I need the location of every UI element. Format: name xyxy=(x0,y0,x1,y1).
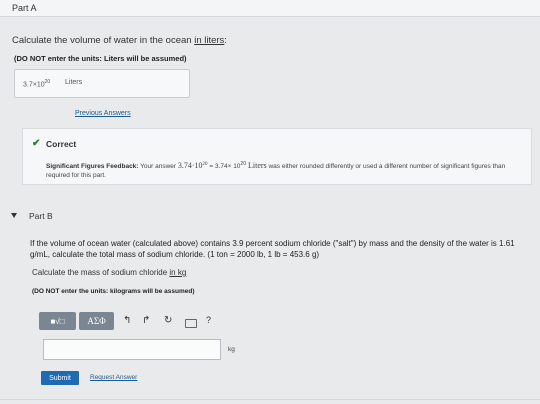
sig-fig-feedback: Significant Figures Feedback: Your answe… xyxy=(46,161,506,180)
undo-icon[interactable]: ↰ xyxy=(123,315,131,326)
request-answer-link[interactable]: Request Answer xyxy=(90,374,137,381)
submit-button[interactable]: Submit xyxy=(41,371,79,385)
part-b-answer-input[interactable] xyxy=(43,339,221,360)
part-b-unit: kg xyxy=(228,346,235,353)
help-icon[interactable]: ? xyxy=(206,315,211,325)
math-toolbar: ■√□ AΣΦ ↰ ↱ ↻ ? xyxy=(39,309,219,335)
templates-button[interactable]: ■√□ xyxy=(39,312,76,330)
check-icon: ✔ xyxy=(32,138,41,149)
part-b-subquestion: Calculate the mass of sodium chloride in… xyxy=(32,268,187,277)
in-liters-link[interactable]: in liters xyxy=(194,35,224,46)
part-a-answer-value: 3.7×1020 xyxy=(23,79,51,89)
part-a-directions: (DO NOT enter the units: Liters will be … xyxy=(14,54,187,63)
symbols-button[interactable]: AΣΦ xyxy=(79,312,114,330)
previous-answers-link[interactable]: Previous Answers xyxy=(75,110,131,117)
reset-icon[interactable]: ↻ xyxy=(164,315,172,326)
redo-icon[interactable]: ↱ xyxy=(142,315,150,326)
divider xyxy=(0,399,540,400)
part-b-title[interactable]: Part B xyxy=(29,211,53,221)
keyboard-icon[interactable] xyxy=(185,319,197,328)
part-b-directions: (DO NOT enter the units: kilograms will … xyxy=(32,288,195,295)
part-a-title: Part A xyxy=(12,3,37,13)
part-a-answer-unit: Liters xyxy=(65,79,83,86)
correct-label: Correct xyxy=(46,139,77,149)
top-bar xyxy=(0,0,540,17)
triangle-down-icon[interactable] xyxy=(11,213,17,218)
part-a-question: Calculate the volume of water in the oce… xyxy=(12,35,227,46)
part-a-answer-box: 3.7×1020 Liters xyxy=(14,69,190,98)
part-b-question: If the volume of ocean water (calculated… xyxy=(30,239,515,259)
feedback-panel: ✔ Correct Significant Figures Feedback: … xyxy=(22,128,532,185)
in-kg-link[interactable]: in kg xyxy=(169,268,186,277)
